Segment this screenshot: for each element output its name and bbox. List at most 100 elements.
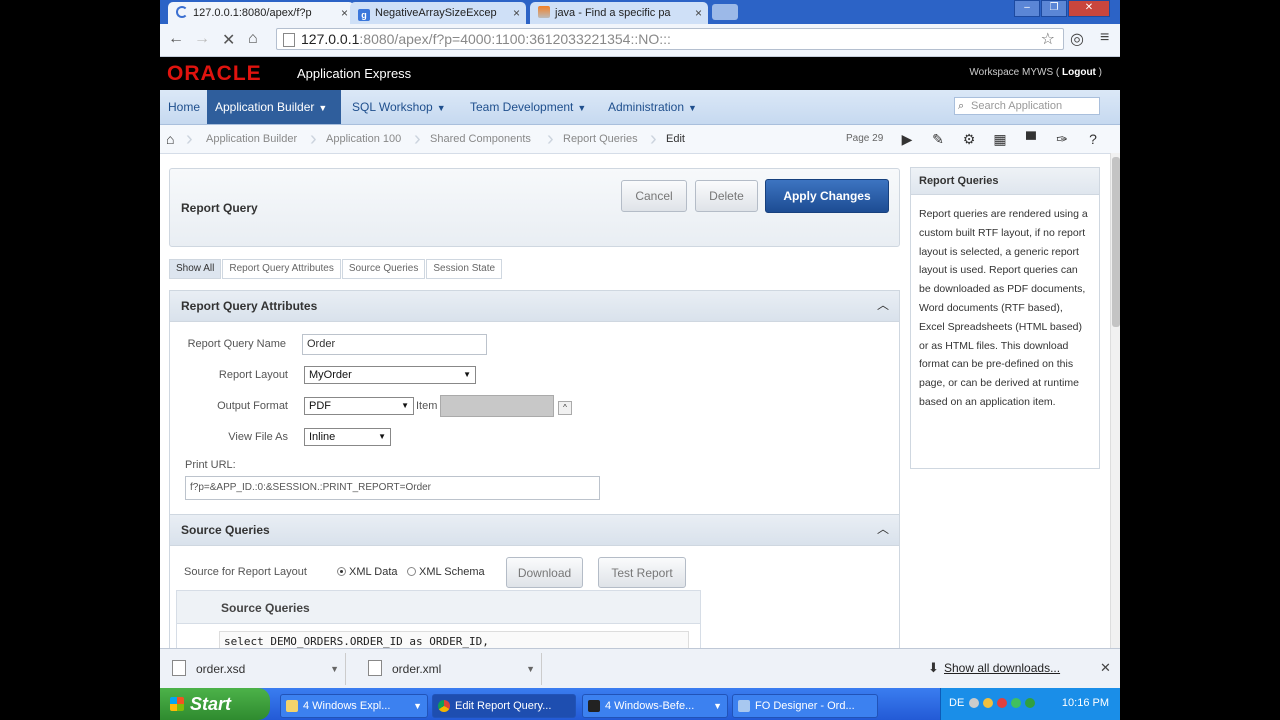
logout-link[interactable]: Logout [1062, 67, 1096, 78]
screen: 127.0.0.1:8080/apex/f?p × g NegativeArray… [160, 0, 1120, 720]
star-icon[interactable]: ☆ [1041, 29, 1055, 49]
print-url-label: Print URL: [185, 459, 236, 471]
language-indicator[interactable]: DE [949, 697, 964, 709]
home-icon[interactable]: ⌂ [166, 131, 174, 147]
region-filter-tabs: Show All Report Query Attributes Source … [169, 259, 503, 279]
comment-icon[interactable]: ▀ [1022, 130, 1040, 148]
help-sidebar: Report Queries Report queries are render… [910, 167, 1100, 469]
tab-stackoverflow[interactable]: java - Find a specific pa × [530, 2, 708, 24]
cancel-button[interactable]: Cancel [621, 180, 687, 212]
nav-application-builder[interactable]: Application Builder ▼ [207, 90, 341, 124]
run-page-icon[interactable]: ▶ [898, 130, 916, 148]
console-icon [588, 700, 600, 712]
address-bar[interactable]: 127.0.0.1:8080/apex/f?p=4000:1100:361203… [276, 28, 1064, 50]
report-layout-select[interactable]: MyOrder ▼ [304, 366, 476, 384]
oracle-logo[interactable]: ORACLE [167, 62, 262, 86]
output-format-select[interactable]: PDF ▼ [304, 397, 414, 415]
breadcrumb-application-builder[interactable]: Application Builder [206, 125, 297, 153]
filter-report-query-attributes[interactable]: Report Query Attributes [222, 259, 341, 279]
radio-xml-data[interactable]: XML Data [337, 566, 398, 578]
tray-icon[interactable] [983, 698, 993, 708]
forward-icon[interactable]: → [194, 30, 210, 48]
collapse-icon[interactable]: ︿ [877, 520, 889, 537]
dropdown-arrow-icon: ▼ [378, 432, 386, 441]
search-application-input[interactable]: ⌕ Search Application [954, 97, 1100, 115]
tray-icon[interactable] [969, 698, 979, 708]
radio-xml-schema[interactable]: XML Schema [407, 566, 485, 578]
tab-title: 127.0.0.1:8080/apex/f?p [193, 7, 312, 19]
help-icon[interactable]: ? [1084, 130, 1102, 148]
taskbar-item-cmd[interactable]: 4 Windows-Befe... ▼ [582, 694, 728, 718]
stop-icon[interactable]: ✕ [222, 30, 235, 50]
edit-page-icon[interactable]: ✎ [929, 130, 947, 148]
filter-source-queries[interactable]: Source Queries [341, 259, 426, 279]
breadcrumb-shared-components[interactable]: Shared Components [430, 125, 531, 153]
system-tray: DE 10:16 PM [940, 688, 1120, 720]
delete-button[interactable]: Delete [695, 180, 758, 212]
taskbar-item-explorer[interactable]: 4 Windows Expl... ▼ [280, 694, 428, 718]
filter-session-state[interactable]: Session State [426, 259, 503, 279]
item-input[interactable] [440, 395, 554, 417]
popup-lov-icon[interactable]: ^ [558, 401, 572, 415]
restore-icon[interactable]: ❐ [1041, 0, 1067, 17]
new-tab-button[interactable] [712, 4, 738, 20]
chevron-down-icon: ▼ [713, 701, 722, 711]
chevron-down-icon[interactable]: ▼ [330, 653, 339, 685]
tray-icon[interactable] [1025, 698, 1035, 708]
loading-icon [176, 6, 188, 18]
collapse-icon[interactable]: ︿ [877, 296, 889, 313]
close-icon[interactable]: × [513, 2, 520, 24]
stackoverflow-icon [538, 6, 550, 18]
download-item[interactable]: order.xml ▼ [356, 653, 542, 685]
taskbar-item-fo-designer[interactable]: FO Designer - Ord... [732, 694, 878, 718]
browser-toolbar: ← → ✕ ⌂ 127.0.0.1:8080/apex/f?p=4000:110… [160, 24, 1120, 57]
print-url-input[interactable]: f?p=&APP_ID.:0:&SESSION.:PRINT_REPORT=Or… [185, 476, 600, 500]
wrench-icon[interactable]: ✑ [1053, 130, 1071, 148]
tray-icon[interactable] [997, 698, 1007, 708]
breadcrumb-report-queries[interactable]: Report Queries [563, 125, 638, 153]
breadcrumb-application[interactable]: Application 100 [326, 125, 401, 153]
minimize-icon[interactable]: – [1014, 0, 1040, 17]
chevron-down-icon: ▼ [436, 103, 446, 113]
close-icon[interactable]: × [341, 2, 348, 24]
file-icon [368, 660, 382, 676]
window-close-icon[interactable]: ✕ [1068, 0, 1110, 17]
menu-icon[interactable]: ≡ [1100, 29, 1109, 47]
close-icon[interactable]: ✕ [1100, 660, 1111, 676]
scrollbar-thumb[interactable] [1112, 157, 1120, 327]
download-item[interactable]: order.xsd ▼ [160, 653, 346, 685]
apply-changes-button[interactable]: Apply Changes [765, 179, 889, 213]
nav-administration[interactable]: Administration ▼ [600, 90, 716, 124]
product-name: Application Express [297, 66, 412, 81]
gear-icon[interactable]: ⚙ [960, 130, 978, 148]
tab-google[interactable]: g NegativeArraySizeExcep × [350, 2, 526, 24]
tray-icon[interactable] [1011, 698, 1021, 708]
page-title: Report Query [181, 201, 258, 215]
app-icon [738, 700, 750, 712]
chevron-down-icon[interactable]: ▼ [526, 653, 535, 685]
view-file-as-select[interactable]: Inline ▼ [304, 428, 391, 446]
nav-sql-workshop[interactable]: SQL Workshop ▼ [344, 90, 458, 124]
tab-apex[interactable]: 127.0.0.1:8080/apex/f?p × [168, 2, 354, 24]
google-icon: g [358, 9, 370, 21]
nav-team-development[interactable]: Team Development ▼ [462, 90, 596, 124]
download-button[interactable]: Download [506, 557, 583, 588]
extension-icon[interactable]: ◎ [1070, 29, 1084, 49]
vertical-scrollbar[interactable] [1110, 153, 1120, 648]
dropdown-arrow-icon: ▼ [401, 401, 409, 410]
filter-show-all[interactable]: Show All [169, 259, 222, 279]
breadcrumb: ⌂ › Application Builder › Application 10… [160, 125, 1120, 154]
show-all-downloads-link[interactable]: Show all downloads... [944, 661, 1060, 675]
grid-icon[interactable]: ▦ [991, 130, 1009, 148]
clock: 10:16 PM [1061, 697, 1109, 709]
home-icon[interactable]: ⌂ [248, 30, 258, 48]
nav-home[interactable]: Home [160, 90, 206, 124]
view-file-as-label: View File As [228, 431, 288, 443]
back-icon[interactable]: ← [168, 30, 184, 48]
test-report-button[interactable]: Test Report [598, 557, 686, 588]
taskbar-item-chrome[interactable]: Edit Report Query... [432, 694, 576, 718]
close-icon[interactable]: × [695, 2, 702, 24]
report-query-name-input[interactable]: Order [302, 334, 487, 355]
start-button[interactable]: Start [160, 688, 270, 720]
windows-taskbar: Start 4 Windows Expl... ▼ Edit Report Que… [160, 688, 1120, 720]
